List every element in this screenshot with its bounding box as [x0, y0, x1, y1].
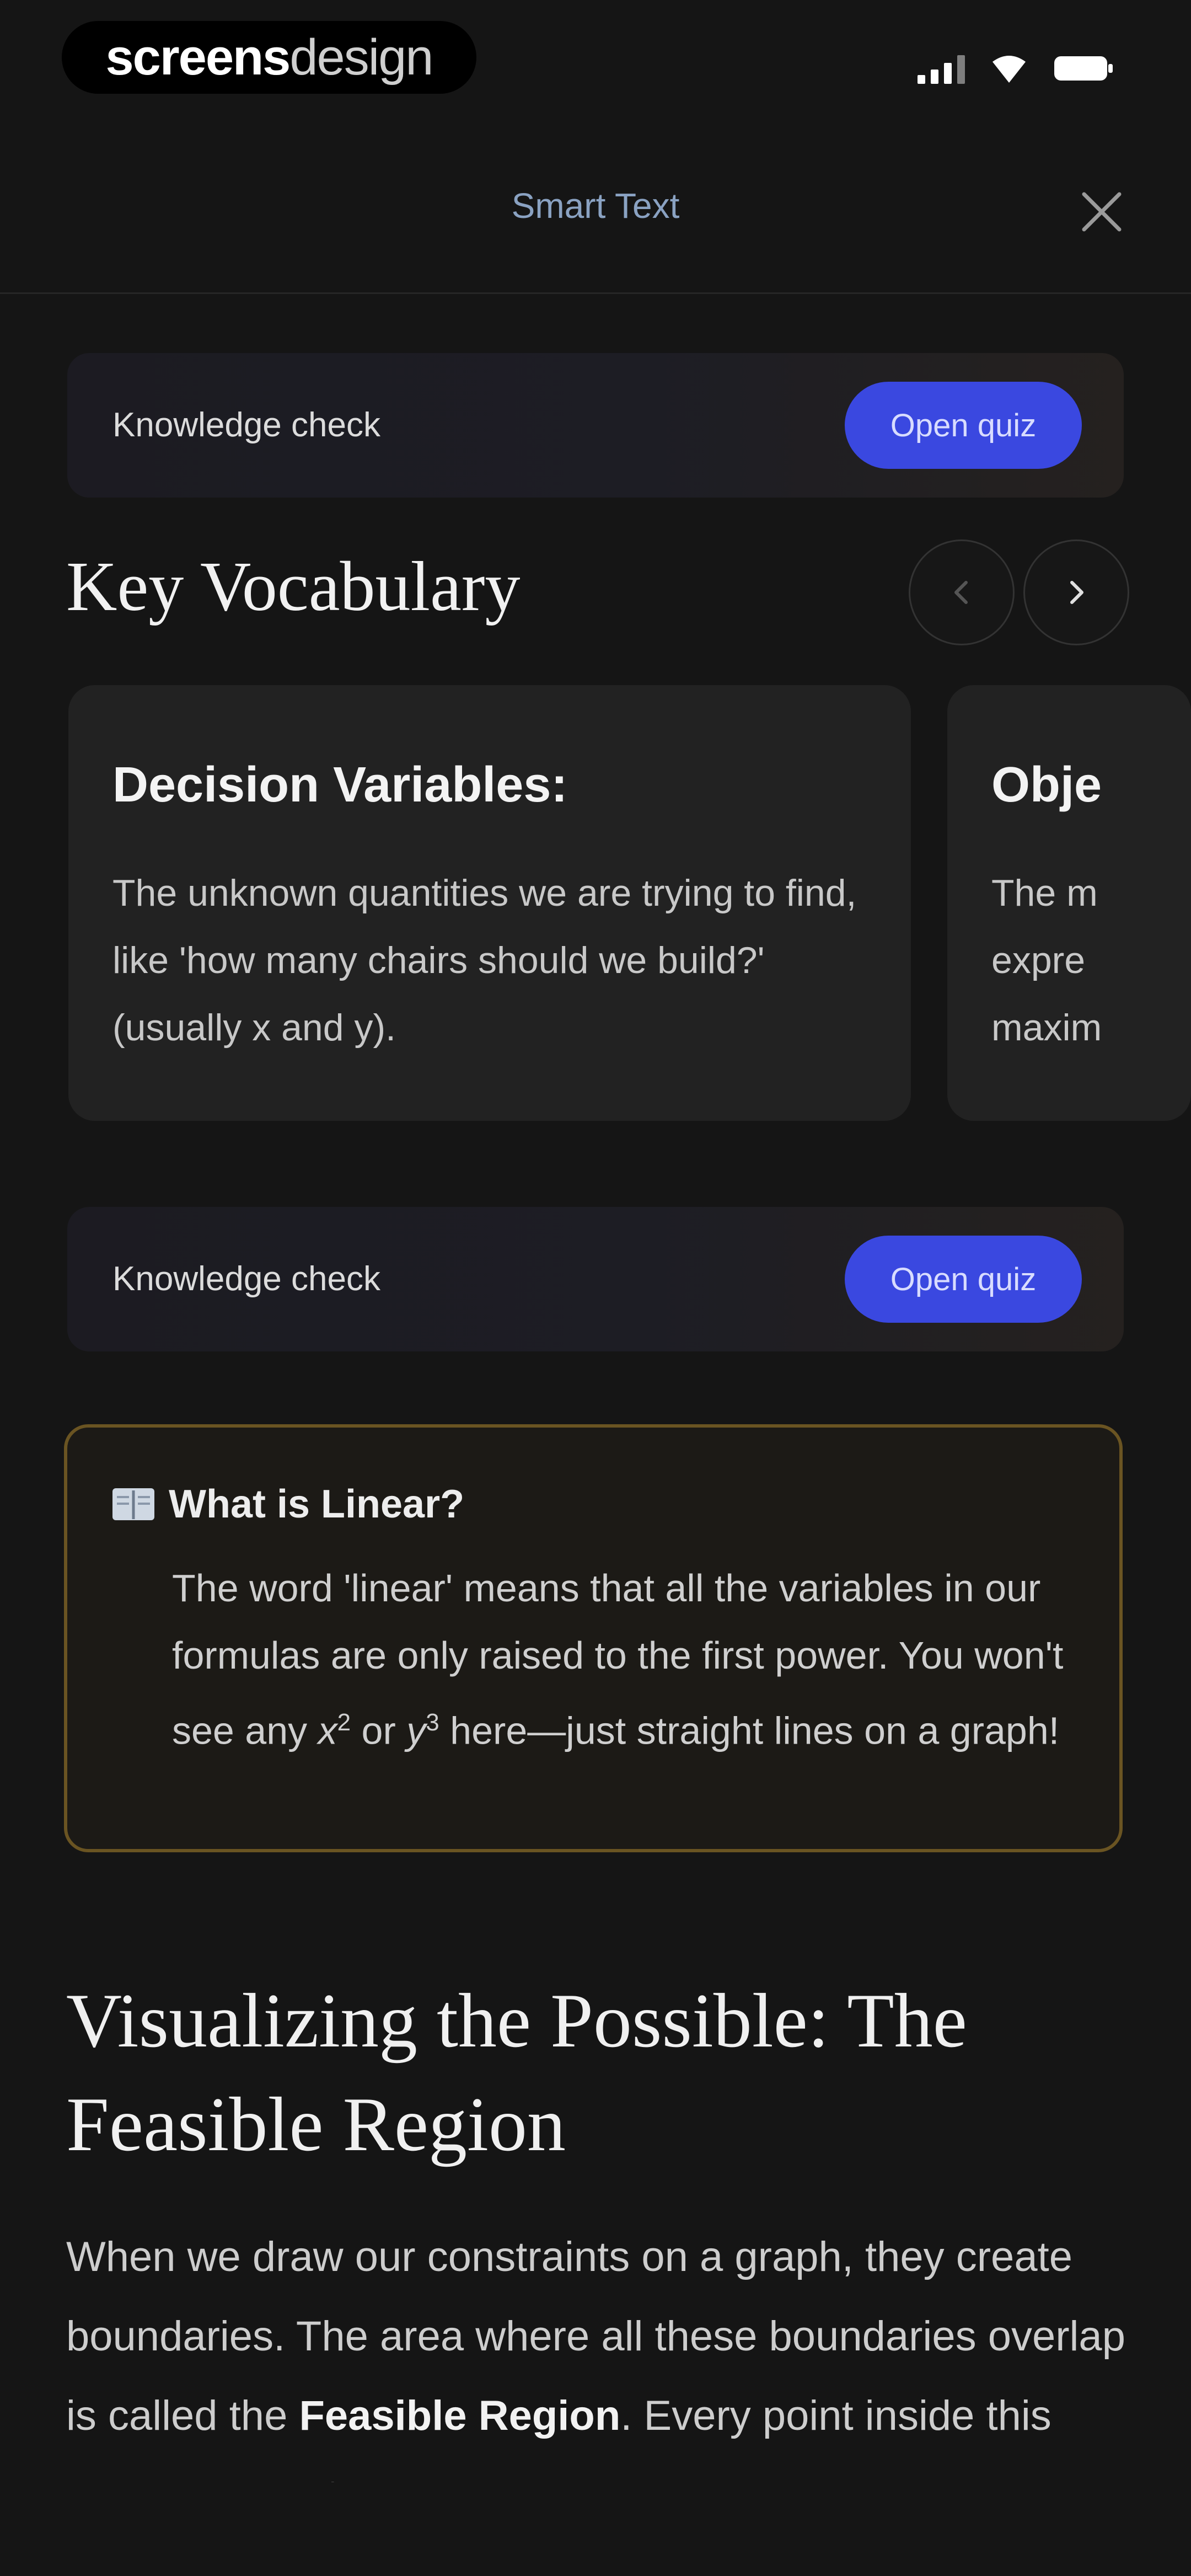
- vocab-definition: The unknown quantities we are trying to …: [112, 872, 857, 1049]
- vocab-term-next: Obje: [991, 757, 1102, 813]
- wifi-icon: [993, 56, 1026, 83]
- vocab-term: Decision Variables:: [112, 757, 568, 813]
- bottom-area: [0, 2482, 1191, 2576]
- callout-text: The word 'linear' means that all the var…: [172, 1567, 1064, 1752]
- section-heading-feasible-region: Visualizing the Possible: The Feasible R…: [66, 1978, 967, 2167]
- chevron-right-icon: [1070, 581, 1083, 604]
- page-title: Smart Text: [511, 186, 680, 226]
- section-heading-vocabulary: Key Vocabulary: [66, 547, 521, 626]
- vocab-card[interactable]: Decision Variables: The unknown quantiti…: [68, 685, 911, 1121]
- brand-logo: screens design: [62, 21, 476, 94]
- close-icon: [1082, 192, 1122, 232]
- carousel-prev-button[interactable]: [909, 539, 1015, 645]
- signal-icon: [918, 53, 965, 84]
- status-icons: [918, 53, 1114, 84]
- knowledge-check-card: Knowledge check Open quiz: [67, 353, 1124, 498]
- vocab-card-next[interactable]: Obje The m expre maxim: [947, 685, 1191, 1121]
- open-quiz-button[interactable]: Open quiz: [845, 382, 1082, 469]
- battery-icon: [1054, 56, 1113, 81]
- open-quiz-button[interactable]: Open quiz: [845, 1236, 1082, 1323]
- header-divider: [0, 292, 1191, 294]
- vocab-definition-next: The m expre maxim: [991, 872, 1102, 1049]
- brand-logo-part1: screens: [105, 29, 291, 85]
- knowledge-check-card: Knowledge check Open quiz: [67, 1207, 1124, 1351]
- callout-header: What is Linear?: [111, 1482, 464, 1527]
- section-body-text: When we draw our constraints on a graph,…: [66, 2233, 1125, 2488]
- knowledge-check-label: Knowledge check: [112, 406, 380, 444]
- chevron-left-icon: [954, 581, 968, 604]
- knowledge-check-label: Knowledge check: [112, 1260, 380, 1298]
- brand-logo-part2: design: [289, 29, 433, 85]
- book-icon: [112, 1488, 154, 1520]
- close-button[interactable]: [1076, 186, 1127, 237]
- info-callout: What is Linear? The word 'linear' means …: [64, 1424, 1123, 1852]
- callout-title: What is Linear?: [169, 1482, 465, 1526]
- carousel-next-button[interactable]: [1023, 539, 1129, 645]
